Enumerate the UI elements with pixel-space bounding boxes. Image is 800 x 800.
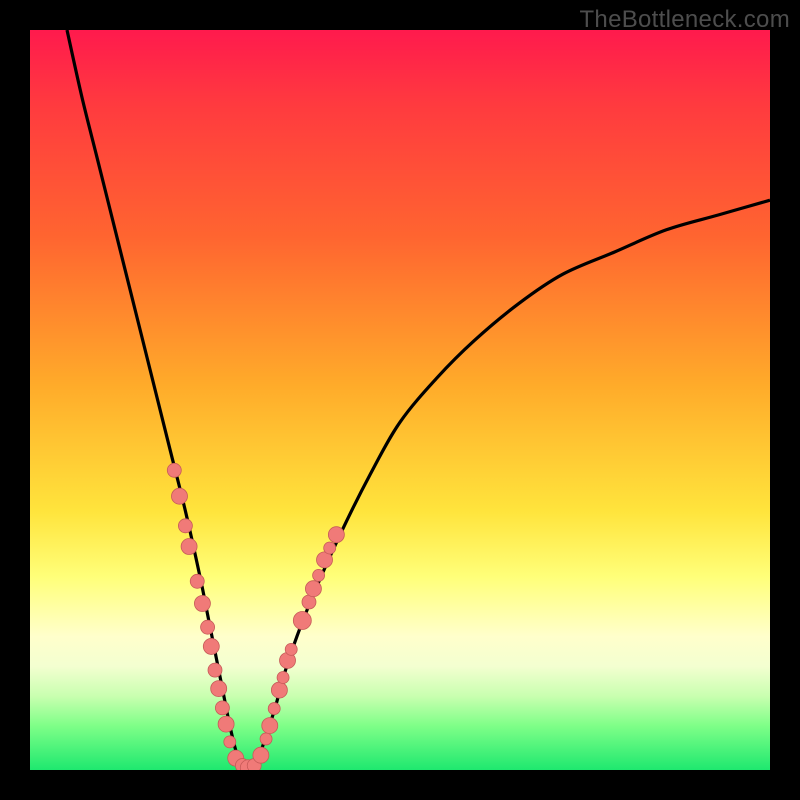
data-marker — [167, 463, 181, 477]
data-marker — [268, 703, 280, 715]
data-marker — [324, 542, 336, 554]
data-marker — [328, 527, 344, 543]
data-marker — [190, 574, 204, 588]
data-marker — [277, 672, 289, 684]
data-marker — [181, 539, 197, 555]
bottleneck-curve — [67, 30, 770, 770]
chart-frame: TheBottleneck.com — [0, 0, 800, 800]
data-marker — [208, 663, 222, 677]
data-marker — [305, 581, 321, 597]
data-marker — [253, 747, 269, 763]
data-marker — [178, 519, 192, 533]
data-marker — [201, 620, 215, 634]
chart-svg — [30, 30, 770, 770]
data-marker — [171, 488, 187, 504]
data-marker — [218, 716, 234, 732]
data-marker — [285, 643, 297, 655]
data-marker — [271, 682, 287, 698]
data-marker — [302, 595, 316, 609]
plot-area — [30, 30, 770, 770]
data-marker — [215, 701, 229, 715]
data-marker — [203, 638, 219, 654]
data-marker — [313, 569, 325, 581]
data-marker — [211, 681, 227, 697]
data-marker — [260, 733, 272, 745]
data-marker — [224, 736, 236, 748]
data-marker — [194, 596, 210, 612]
data-marker — [293, 612, 311, 630]
data-marker — [262, 718, 278, 734]
data-markers — [167, 463, 344, 770]
